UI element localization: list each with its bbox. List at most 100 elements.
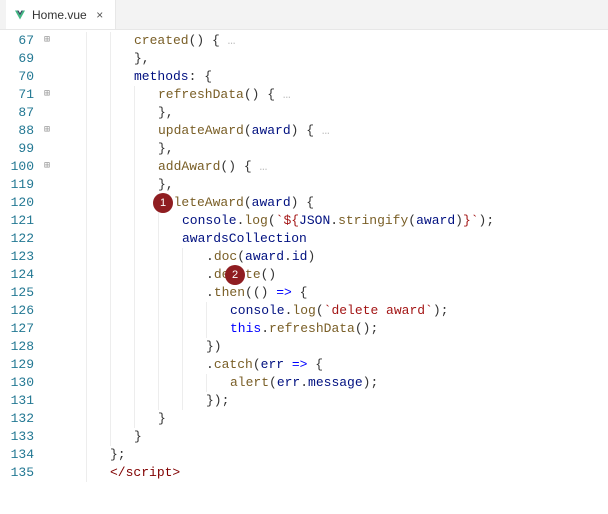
token: ( (237, 249, 245, 264)
code-line[interactable]: .then(() => { (62, 284, 608, 302)
code-line[interactable]: } (62, 410, 608, 428)
token: . (206, 249, 214, 264)
token: err (277, 375, 300, 390)
token: this (230, 321, 261, 336)
line-number: 128 (0, 338, 34, 356)
token: alert (230, 375, 269, 390)
code-line[interactable]: alert(err.message); (62, 374, 608, 392)
code-line[interactable]: console.log(`delete award`); (62, 302, 608, 320)
fold-marker[interactable]: ⊞ (38, 32, 56, 50)
line-number: 122 (0, 230, 34, 248)
token: ( (253, 357, 261, 372)
line-number: 132 (0, 410, 34, 428)
code-line[interactable]: .catch(err => { (62, 356, 608, 374)
token: log (292, 303, 315, 318)
token: ); (363, 375, 379, 390)
line-number: 134 (0, 446, 34, 464)
token: ( (269, 375, 277, 390)
token: ) { (291, 123, 314, 138)
line-number-gutter: 6769707187889910011912012112212312412512… (0, 30, 38, 514)
token (284, 357, 292, 372)
line-number: 120 (0, 194, 34, 212)
token: > (172, 465, 180, 480)
token: id (292, 249, 308, 264)
code-line[interactable]: }); (62, 392, 608, 410)
code-editor[interactable]: 6769707187889910011912012112212312412512… (0, 30, 608, 514)
token: (); (355, 321, 378, 336)
token: }, (158, 141, 174, 156)
token: ( (408, 213, 416, 228)
code-line[interactable]: .delete() (62, 266, 608, 284)
fold-marker (38, 50, 56, 68)
fold-marker (38, 464, 56, 482)
fold-marker (38, 374, 56, 392)
code-area[interactable]: 1 2 created() { …},methods: {refreshData… (62, 30, 608, 514)
token: … (252, 159, 268, 174)
fold-marker (38, 320, 56, 338)
token: ) { (291, 195, 314, 210)
code-line[interactable]: }, (62, 104, 608, 122)
token: ( (316, 303, 324, 318)
token: ( (268, 213, 276, 228)
code-line[interactable]: addAward() { … (62, 158, 608, 176)
line-number: 131 (0, 392, 34, 410)
token: `delete award` (324, 303, 433, 318)
token: }, (158, 105, 174, 120)
code-line[interactable]: </script> (62, 464, 608, 482)
token: message (308, 375, 363, 390)
line-number: 124 (0, 266, 34, 284)
token: => (276, 285, 292, 300)
fold-marker (38, 68, 56, 86)
token: err (261, 357, 284, 372)
code-line[interactable]: this.refreshData(); (62, 320, 608, 338)
token: () { (244, 87, 275, 102)
fold-marker[interactable]: ⊞ (38, 158, 56, 176)
tab-close-icon[interactable]: × (93, 8, 107, 22)
code-line[interactable]: deleteAward(award) { (62, 194, 608, 212)
fold-marker[interactable]: ⊞ (38, 86, 56, 104)
code-line[interactable]: created() { … (62, 32, 608, 50)
code-line[interactable]: .doc(award.id) (62, 248, 608, 266)
token: awardsCollection (182, 231, 307, 246)
token: { (292, 285, 308, 300)
callout-badge-1: 1 (153, 193, 173, 213)
token: . (330, 213, 338, 228)
code-line[interactable]: }) (62, 338, 608, 356)
fold-marker (38, 302, 56, 320)
token: : { (189, 69, 212, 84)
token: ); (479, 213, 495, 228)
token: updateAward (158, 123, 244, 138)
token: … (220, 33, 236, 48)
token: (() (245, 285, 276, 300)
fold-column: ⊞ ⊞ ⊞ ⊞ (38, 30, 56, 514)
token: console (182, 213, 237, 228)
token: ) (307, 249, 315, 264)
fold-marker (38, 266, 56, 284)
token: stringify (338, 213, 408, 228)
code-line[interactable]: }; (62, 446, 608, 464)
code-line[interactable]: }, (62, 140, 608, 158)
token: addAward (158, 159, 220, 174)
fold-marker (38, 410, 56, 428)
code-line[interactable]: methods: { (62, 68, 608, 86)
token: } (134, 429, 142, 444)
token: }; (110, 447, 126, 462)
line-number: 70 (0, 68, 34, 86)
fold-marker (38, 104, 56, 122)
code-line[interactable]: }, (62, 176, 608, 194)
fold-marker[interactable]: ⊞ (38, 122, 56, 140)
code-line[interactable]: updateAward(award) { … (62, 122, 608, 140)
code-line[interactable]: awardsCollection (62, 230, 608, 248)
callout-badge-2: 2 (225, 265, 245, 285)
fold-marker (38, 140, 56, 158)
token: () (261, 267, 277, 282)
code-line[interactable]: console.log(`${JSON.stringify(award)}`); (62, 212, 608, 230)
code-line[interactable]: }, (62, 50, 608, 68)
tab-home-vue[interactable]: Home.vue × (6, 0, 116, 29)
token: catch (214, 357, 253, 372)
line-number: 123 (0, 248, 34, 266)
code-line[interactable]: refreshData() { … (62, 86, 608, 104)
token: . (206, 357, 214, 372)
code-line[interactable]: } (62, 428, 608, 446)
token: . (284, 249, 292, 264)
